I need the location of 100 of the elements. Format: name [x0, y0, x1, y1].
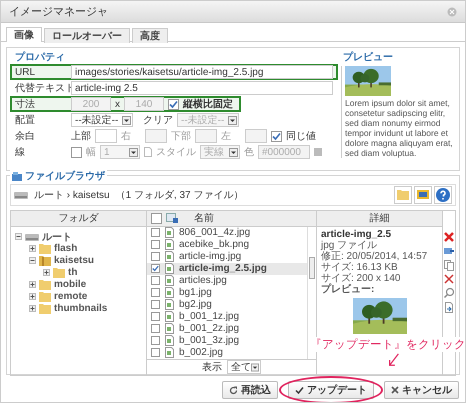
checkbox[interactable]	[151, 228, 160, 237]
field-label: 余白	[15, 130, 36, 143]
delete-icon[interactable]	[443, 230, 455, 242]
file-row[interactable]: acebike_bk.png	[147, 238, 307, 250]
margin-field[interactable]	[245, 129, 267, 143]
field-label: URL	[15, 66, 36, 78]
help-button[interactable]	[434, 186, 452, 204]
file-row[interactable]: article-img.jpg	[147, 250, 307, 262]
checkbox[interactable]	[151, 324, 160, 333]
folder-icon	[39, 279, 51, 290]
collapse-icon[interactable]	[29, 257, 36, 264]
expand-icon[interactable]	[43, 269, 50, 276]
file-name: b_001_3z.jpg	[179, 335, 240, 346]
checkbox[interactable]	[151, 336, 160, 345]
folder-name[interactable]: thumbnails	[54, 303, 108, 314]
folder-icon	[39, 243, 51, 254]
zoom-icon[interactable]	[443, 286, 455, 298]
document-icon	[144, 147, 152, 157]
filter-select[interactable]: 全て	[227, 360, 261, 374]
checkbox[interactable]	[151, 240, 160, 249]
insert-icon[interactable]	[443, 300, 455, 312]
field-label: 下部	[171, 130, 191, 143]
caret-icon	[229, 148, 238, 156]
align-select[interactable]: --未設定--	[71, 113, 133, 127]
upload-button[interactable]	[414, 186, 432, 204]
margin-field[interactable]	[145, 129, 167, 143]
field-label: 左	[221, 130, 232, 143]
image-file-icon	[165, 335, 174, 346]
file-row[interactable]: bg2.jpg	[147, 298, 307, 310]
folder-icon	[39, 303, 51, 314]
caret-icon	[129, 148, 138, 156]
folder-icon	[53, 267, 65, 278]
expand-icon[interactable]	[29, 281, 36, 288]
breadcrumb-path: ルート › kaisetsu	[34, 188, 110, 202]
folder-name[interactable]: flash	[54, 243, 78, 254]
folder-name[interactable]: ルート	[42, 230, 72, 244]
expand-icon[interactable]	[29, 305, 36, 312]
checkbox[interactable]	[151, 252, 160, 261]
column-header: 詳細	[370, 212, 390, 225]
checkbox[interactable]	[151, 312, 160, 321]
copy-icon[interactable]	[443, 258, 455, 270]
checkbox[interactable]	[151, 264, 160, 273]
folder-name[interactable]: remote	[54, 291, 88, 302]
file-name: acebike_bk.png	[179, 239, 250, 250]
url-field[interactable]: images/stories/kaisetsu/article-img_2.5.jpg	[71, 65, 333, 79]
file-row[interactable]: articles.jpg	[147, 274, 307, 286]
refresh-icon	[229, 386, 238, 394]
file-name: b_001_2z.jpg	[179, 323, 240, 334]
section-legend: ファイルブラウザ	[10, 170, 107, 182]
checkbox-label: 幅	[86, 146, 96, 159]
checkbox[interactable]	[151, 348, 160, 357]
image-file-icon	[165, 275, 174, 286]
folder-icon	[397, 189, 409, 200]
file-row[interactable]: bg1.jpg	[147, 286, 307, 298]
alt-text-field[interactable]: article-img 2.5	[71, 81, 333, 95]
drive-icon	[14, 190, 28, 198]
checkbox[interactable]	[71, 146, 82, 158]
image-file-icon	[165, 311, 174, 322]
folder-browser-icon	[12, 172, 22, 180]
expand-icon[interactable]	[29, 245, 36, 252]
folder-name[interactable]: th	[68, 267, 78, 278]
detail-line: サイズ: 16.13 KB	[321, 262, 399, 272]
field-label: クリア	[143, 114, 173, 127]
expand-icon[interactable]	[29, 293, 36, 300]
folder-name[interactable]: mobile	[54, 279, 86, 290]
folder-icon	[39, 291, 51, 302]
checkbox[interactable]	[151, 288, 160, 297]
refresh-button[interactable]: 再読込	[222, 381, 278, 399]
file-row[interactable]: 806_001_4z.jpg	[147, 226, 307, 238]
field-label: 色	[244, 146, 254, 159]
detail-line: サイズ: 200 x 140	[321, 272, 402, 284]
file-row[interactable]: article-img_2.5.jpg	[147, 262, 307, 274]
times-sign: x	[115, 98, 120, 110]
cancel-button[interactable]: キャンセル	[384, 381, 459, 399]
cut-icon[interactable]	[443, 272, 455, 284]
tab[interactable]: 画像	[6, 27, 42, 42]
field-label: 右	[121, 130, 132, 143]
color-swatch-icon[interactable]	[314, 148, 322, 156]
tab[interactable]: ロールオーバー	[44, 28, 130, 43]
close-icon[interactable]	[447, 6, 457, 16]
update-button[interactable]: アップデート	[288, 381, 374, 399]
tab[interactable]: 高度	[132, 28, 168, 43]
collapse-icon[interactable]	[15, 233, 22, 240]
checkbox[interactable]	[151, 300, 160, 309]
select-all-checkbox[interactable]	[151, 212, 162, 224]
file-row[interactable]: b_001_1z.jpg	[147, 310, 307, 322]
checkbox[interactable]	[271, 130, 282, 142]
margin-field[interactable]	[95, 129, 117, 143]
file-row[interactable]: b_002.jpg	[147, 346, 307, 358]
detail-line: プレビュー:	[321, 284, 376, 294]
file-name: b_002.jpg	[179, 347, 223, 358]
checkbox[interactable]	[168, 98, 179, 110]
detail-file-name: article-img_2.5	[321, 228, 392, 240]
folder-name[interactable]: kaisetsu	[54, 255, 94, 266]
file-row[interactable]: b_001_2z.jpg	[147, 322, 307, 334]
file-name: article-img_2.5.jpg	[179, 263, 267, 274]
margin-field[interactable]	[195, 129, 217, 143]
file-row[interactable]: b_001_3z.jpg	[147, 334, 307, 346]
image-file-icon	[165, 263, 174, 274]
checkbox[interactable]	[151, 276, 160, 285]
